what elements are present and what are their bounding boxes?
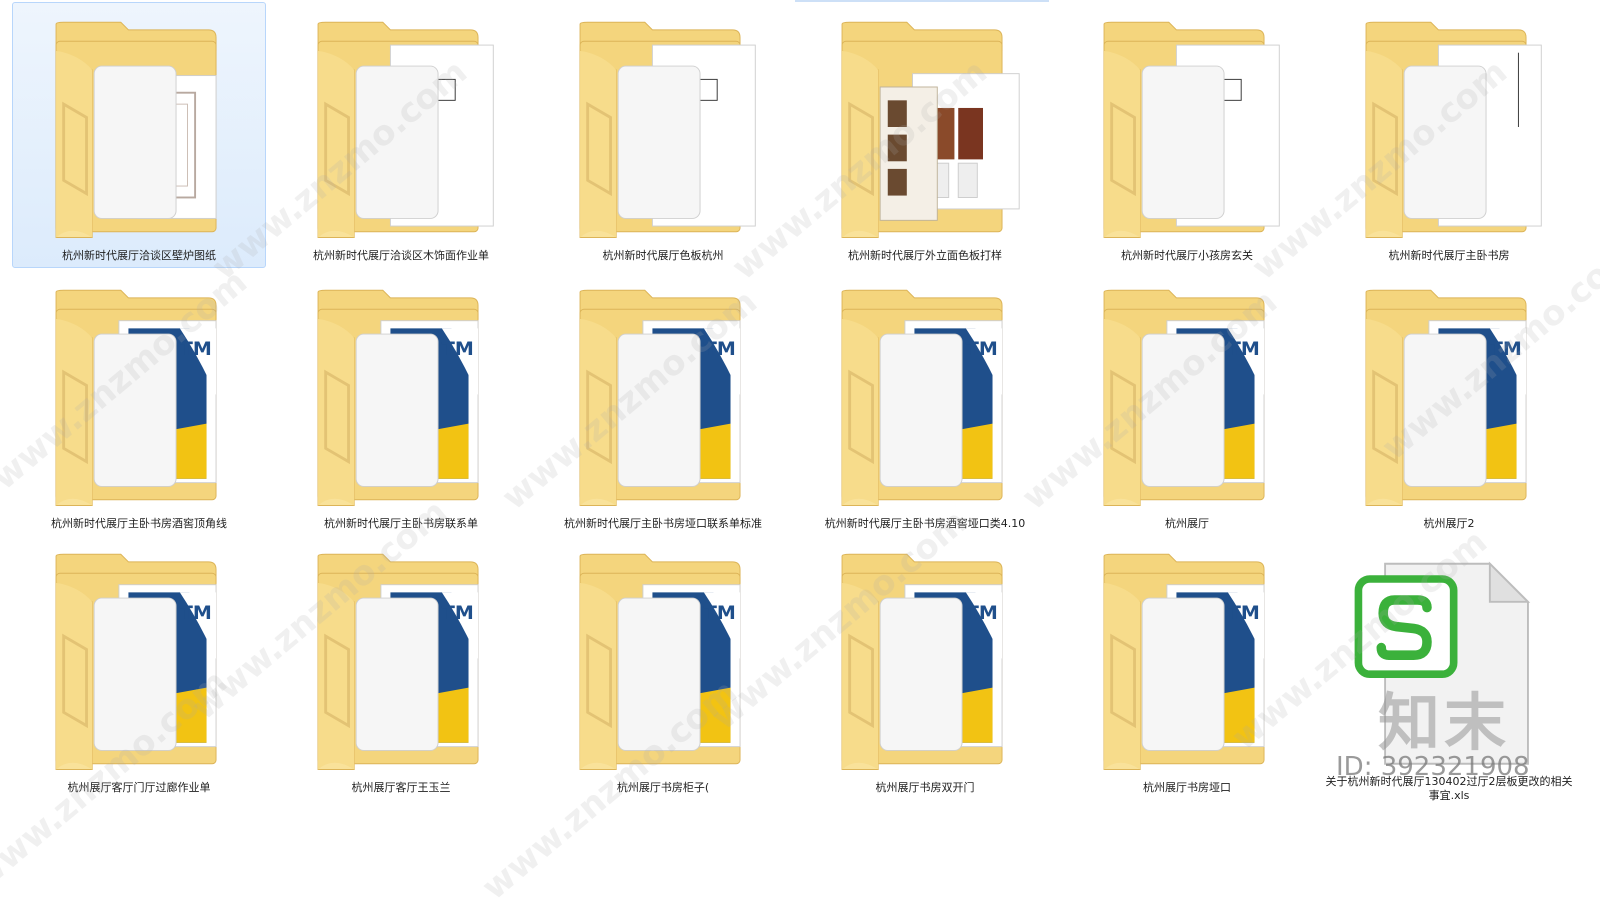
svg-text:TM: TM xyxy=(1228,602,1260,624)
file-item[interactable]: TM 杭州展厅书房柜子( xyxy=(536,534,790,822)
svg-text:TM: TM xyxy=(180,602,212,624)
svg-text:TM: TM xyxy=(966,602,998,624)
file-item[interactable]: TM 杭州新时代展厅主卧书房联系单 xyxy=(274,270,528,532)
file-item[interactable]: TM 杭州新时代展厅主卧书房酒窖顶角线 xyxy=(12,270,266,532)
file-name-label: 杭州新时代展厅洽谈区壁炉图纸 xyxy=(62,249,216,262)
file-name-label: 杭州新时代展厅主卧书房垭口联系单标准 xyxy=(564,517,762,530)
file-item[interactable]: 杭州新时代展厅主卧书房 xyxy=(1322,2,1576,268)
svg-text:TM: TM xyxy=(442,602,474,624)
svg-text:TM: TM xyxy=(704,602,736,624)
file-item[interactable]: 杭州新时代展厅洽谈区壁炉图纸 xyxy=(12,2,266,268)
file-item[interactable]: TM 杭州展厅书房双开门 xyxy=(798,534,1052,822)
file-name-label: 杭州展厅客厅门厅过廊作业单 xyxy=(67,781,211,794)
file-item[interactable]: TM 杭州新时代展厅主卧书房垭口联系单标准 xyxy=(536,270,790,532)
file-name-label: 杭州新时代展厅洽谈区木饰面作业单 xyxy=(313,249,489,262)
file-item[interactable]: 关于杭州新时代展厅130402过厅2层板更改的相关事宜.xls xyxy=(1322,534,1576,822)
file-item[interactable]: TM 杭州展厅客厅门厅过廊作业单 xyxy=(12,534,266,822)
file-name-label: 杭州新时代展厅外立面色板打样 xyxy=(848,249,1002,262)
file-name-label: 杭州展厅书房垭口 xyxy=(1143,781,1231,794)
svg-text:TM: TM xyxy=(1490,338,1522,360)
file-item[interactable]: 杭州新时代展厅色板杭州 xyxy=(536,2,790,268)
file-name-label: 杭州展厅客厅王玉兰 xyxy=(351,781,451,794)
file-item[interactable]: 杭州新时代展厅小孩房玄关 xyxy=(1060,2,1314,268)
file-item[interactable]: TM 杭州新时代展厅主卧书房酒窖垭口类4.10 xyxy=(798,270,1052,532)
file-item[interactable]: TM 杭州展厅客厅王玉兰 xyxy=(274,534,528,822)
file-item[interactable]: TM 杭州展厅书房垭口 xyxy=(1060,534,1314,822)
file-name-label: 杭州展厅书房双开门 xyxy=(875,781,975,794)
file-name-label: 杭州新时代展厅主卧书房联系单 xyxy=(324,517,478,530)
file-name-label: 杭州展厅书房柜子( xyxy=(616,781,710,794)
file-name-label: 杭州新时代展厅色板杭州 xyxy=(602,249,724,262)
file-item[interactable]: 杭州新时代展厅外立面色板打样 xyxy=(798,2,1052,268)
svg-text:TM: TM xyxy=(1228,338,1260,360)
file-name-label: 杭州新时代展厅主卧书房 xyxy=(1388,249,1510,262)
file-name-label: 杭州新时代展厅主卧书房酒窖垭口类4.10 xyxy=(824,517,1026,530)
svg-text:TM: TM xyxy=(180,338,212,360)
file-item[interactable]: TM 杭州展厅 xyxy=(1060,270,1314,532)
file-name-label: 杭州展厅2 xyxy=(1423,517,1475,530)
svg-text:TM: TM xyxy=(966,338,998,360)
svg-text:TM: TM xyxy=(442,338,474,360)
file-name-label: 杭州新时代展厅小孩房玄关 xyxy=(1121,249,1253,262)
file-name-label: 关于杭州新时代展厅130402过厅2层板更改的相关事宜.xls xyxy=(1325,775,1573,802)
file-item[interactable]: TM 杭州展厅2 xyxy=(1322,270,1576,532)
file-grid: 杭州新时代展厅洽谈区壁炉图纸 杭州新时代展厅洽谈区木饰面作业单 杭州新时代展厅色… xyxy=(8,0,1592,822)
svg-text:TM: TM xyxy=(704,338,736,360)
file-name-label: 杭州展厅 xyxy=(1165,517,1209,530)
file-item[interactable]: 杭州新时代展厅洽谈区木饰面作业单 xyxy=(274,2,528,268)
file-name-label: 杭州新时代展厅主卧书房酒窖顶角线 xyxy=(51,517,227,530)
